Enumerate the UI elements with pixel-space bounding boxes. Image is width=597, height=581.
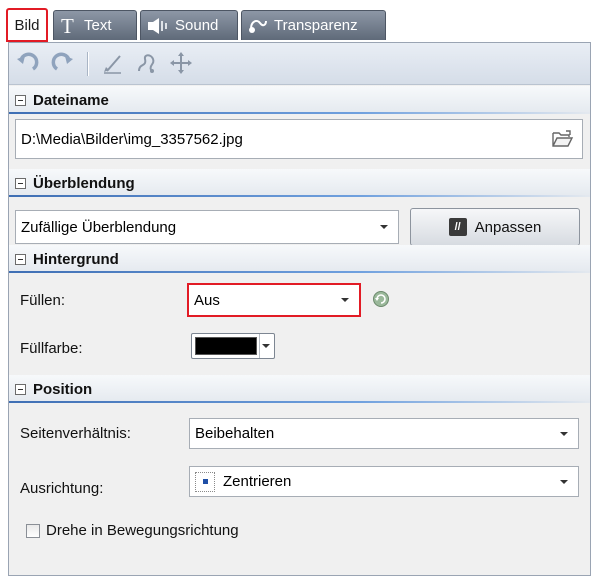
aspect-ratio-dropdown[interactable]: Beibehalten: [189, 418, 579, 449]
collapse-icon[interactable]: [15, 94, 26, 106]
rotate-direction-checkbox-row[interactable]: Drehe in Bewegungsrichtung: [26, 522, 239, 539]
tab-sound[interactable]: Sound: [140, 10, 238, 40]
collapse-icon[interactable]: [15, 177, 26, 189]
rotate-direction-checkbox[interactable]: [26, 523, 40, 538]
fill-dropdown[interactable]: Aus: [187, 283, 361, 317]
alignment-label: Ausrichtung:: [20, 480, 104, 497]
section-title: Hintergrund: [33, 250, 119, 268]
adjust-button-label: Anpassen: [474, 218, 542, 236]
folder-open-icon[interactable]: [552, 130, 574, 148]
tab-sound-label: Sound: [175, 17, 219, 34]
chevron-down-icon: [560, 479, 568, 484]
section-hintergrund-header[interactable]: Hintergrund: [9, 245, 590, 273]
alignment-value: Zentrieren: [223, 473, 292, 490]
tab-bild[interactable]: Bild: [6, 8, 48, 42]
svg-text:T: T: [61, 16, 74, 36]
aspect-ratio-label: Seitenverhältnis:: [20, 425, 131, 442]
fill-color-picker[interactable]: [191, 333, 275, 359]
tab-transparenz-label: Transparenz: [274, 17, 358, 34]
chevron-down-icon: [341, 298, 349, 302]
fill-color-label: Füllfarbe:: [20, 340, 83, 357]
chevron-down-icon: [262, 344, 270, 348]
chevron-down-icon: [560, 431, 568, 436]
fill-label: Füllen:: [20, 292, 66, 309]
tab-bild-label: Bild: [14, 16, 40, 34]
transparency-icon: [248, 17, 268, 35]
rotate-direction-label: Drehe in Bewegungsrichtung: [46, 522, 239, 539]
tab-text[interactable]: T Text: [53, 10, 137, 40]
move-crosshair-icon[interactable]: [167, 49, 195, 77]
section-ueberblendung-header[interactable]: Überblendung: [9, 169, 590, 197]
file-path-value: D:\Media\Bilder\img_3357562.jpg: [21, 130, 243, 148]
center-align-icon: [195, 471, 215, 492]
rotate-left-icon[interactable]: [13, 49, 41, 77]
section-title: Position: [33, 380, 93, 398]
adjust-button[interactable]: // Anpassen: [410, 208, 580, 246]
alignment-dropdown[interactable]: Zentrieren: [189, 466, 579, 497]
chevron-down-icon: [380, 225, 388, 229]
color-swatch: [195, 337, 257, 355]
file-path-field[interactable]: D:\Media\Bilder\img_3357562.jpg: [15, 119, 583, 159]
collapse-icon[interactable]: [15, 253, 26, 265]
section-dateiname-header[interactable]: Dateiname: [9, 86, 590, 114]
tab-text-label: Text: [84, 17, 112, 34]
transition-dropdown[interactable]: Zufällige Überblendung: [15, 210, 399, 244]
fill-value: Aus: [194, 291, 220, 309]
transition-value: Zufällige Überblendung: [21, 218, 177, 236]
aspect-ratio-value: Beibehalten: [195, 425, 275, 442]
text-t-icon: T: [60, 16, 78, 36]
reset-fill-icon[interactable]: [372, 290, 390, 308]
section-title: Dateiname: [33, 91, 109, 109]
collapse-icon[interactable]: [15, 383, 26, 395]
toolbar: [9, 43, 590, 85]
settings-badge-icon: //: [448, 218, 467, 236]
section-title: Überblendung: [33, 174, 135, 192]
tab-transparenz[interactable]: Transparenz: [241, 10, 386, 40]
rotate-right-icon[interactable]: [49, 49, 77, 77]
section-position-header[interactable]: Position: [9, 375, 590, 403]
tab-strip: Bild T Text Sound Transparenz: [6, 6, 591, 42]
motion-path-icon[interactable]: [133, 49, 161, 77]
edit-brush-icon[interactable]: [99, 49, 127, 77]
speaker-icon: [147, 17, 169, 35]
